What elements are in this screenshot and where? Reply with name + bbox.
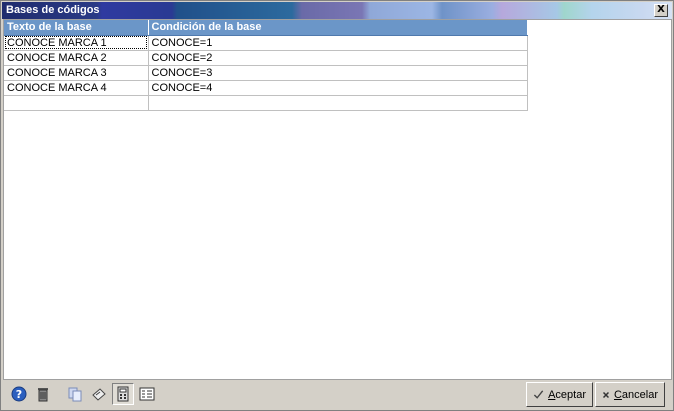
table-cell[interactable]: CONOCE MARCA 2 — [4, 50, 149, 66]
check-icon — [533, 389, 544, 399]
copy-button[interactable] — [64, 383, 86, 405]
table-cell[interactable]: CONOCE=2 — [148, 50, 528, 66]
table-cell[interactable]: CONOCE MARCA 1 — [4, 35, 149, 51]
table-row[interactable]: CONOCE MARCA 3 CONOCE=3 — [4, 65, 528, 81]
list-view-button[interactable] — [136, 383, 158, 405]
close-button[interactable]: X — [654, 4, 668, 17]
column-header-texto[interactable]: Texto de la base — [4, 20, 149, 36]
list-icon — [139, 387, 155, 401]
cancel-button[interactable]: Cancelar — [595, 382, 665, 407]
table-cell[interactable]: CONOCE=3 — [148, 65, 528, 81]
window-title: Bases de códigos — [6, 4, 100, 16]
delete-button[interactable] — [32, 383, 54, 405]
paste-button[interactable] — [88, 383, 110, 405]
table-cell[interactable]: CONOCE=1 — [148, 35, 528, 51]
table-cell[interactable] — [148, 95, 528, 111]
table-cell[interactable]: CONOCE MARCA 4 — [4, 80, 149, 96]
cancel-x-icon — [602, 391, 610, 398]
table-cell[interactable]: CONOCE MARCA 3 — [4, 65, 149, 81]
svg-text:?: ? — [16, 388, 22, 401]
calculator-button[interactable] — [112, 383, 134, 405]
title-bar[interactable]: Bases de códigos X — [2, 2, 672, 19]
trash-icon — [38, 388, 48, 402]
table-row-empty[interactable] — [4, 95, 528, 111]
cancel-label: Cancelar — [613, 388, 658, 401]
paste-icon — [92, 388, 106, 401]
table-cell[interactable]: CONOCE=4 — [148, 80, 528, 96]
bottom-toolbar: ? — [8, 383, 158, 405]
help-button[interactable]: ? — [8, 383, 30, 405]
calculator-icon — [117, 386, 129, 402]
grid-area: Texto de la base Condición de la base CO… — [3, 19, 672, 380]
dialog-window: Bases de códigos X Texto de la base Cond… — [0, 0, 674, 411]
help-icon: ? — [11, 386, 27, 402]
copy-icon — [68, 387, 82, 402]
table-cell[interactable] — [4, 95, 149, 111]
table-row[interactable]: CONOCE MARCA 4 CONOCE=4 — [4, 80, 528, 96]
toolbar-separator — [56, 383, 62, 405]
table-row[interactable]: CONOCE MARCA 2 CONOCE=2 — [4, 50, 528, 66]
table-header-row: Texto de la base Condición de la base — [4, 20, 528, 36]
table-row[interactable]: CONOCE MARCA 1 CONOCE=1 — [4, 35, 528, 51]
accept-label: Aceptar — [548, 388, 586, 401]
column-header-condicion[interactable]: Condición de la base — [148, 20, 528, 36]
accept-button[interactable]: Aceptar — [526, 382, 593, 407]
bases-table: Texto de la base Condición de la base CO… — [4, 20, 528, 111]
